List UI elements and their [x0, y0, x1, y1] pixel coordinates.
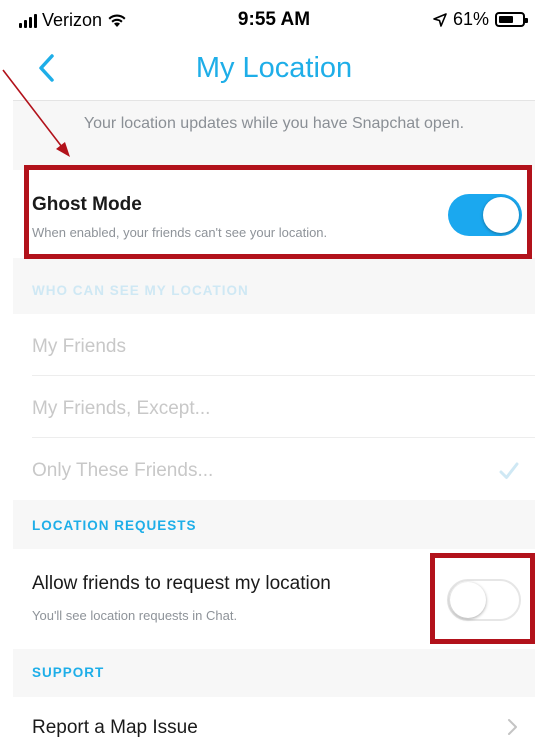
who-can-see-list: My Friends My Friends, Except... Only Th… [13, 314, 535, 500]
location-info-note: Your location updates while you have Sna… [83, 115, 465, 132]
option-only-these-friends[interactable]: Only These Friends... [32, 460, 213, 482]
page-title: My Location [195, 52, 353, 84]
nav-bar: My Location [13, 38, 535, 101]
battery-icon [495, 12, 528, 27]
section-header-support: SUPPORT [32, 665, 105, 680]
report-map-issue-row[interactable]: Report a Map Issue [13, 697, 535, 755]
checkmark-icon [499, 462, 519, 479]
location-arrow-icon [433, 12, 447, 27]
battery-percent: 61% [452, 9, 489, 29]
chevron-right-icon [508, 719, 517, 735]
section-header-who-can-see: WHO CAN SEE MY LOCATION [32, 283, 249, 298]
location-request-subtitle: You'll see location requests in Chat. [32, 608, 238, 623]
option-my-friends-except[interactable]: My Friends, Except... [32, 398, 210, 420]
highlight-box-ghost-mode [24, 165, 532, 259]
highlight-box-request-toggle [430, 553, 535, 644]
report-map-issue-label: Report a Map Issue [32, 717, 198, 738]
section-header-location-requests: LOCATION REQUESTS [32, 518, 197, 533]
location-request-title: Allow friends to request my location [32, 573, 331, 594]
option-my-friends[interactable]: My Friends [32, 336, 126, 358]
status-bar: Verizon 9:55 AM 61% [13, 0, 535, 38]
status-right: 61% [433, 9, 528, 30]
